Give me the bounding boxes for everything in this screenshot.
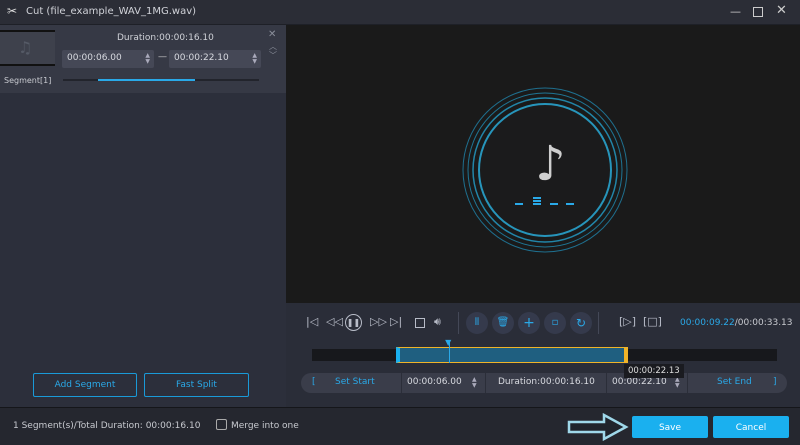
bracket-left: [ <box>312 377 316 387</box>
segment-start-input[interactable]: 00:00:06.00 ▲ ▼ <box>62 50 154 68</box>
step-back-icon[interactable]: ◁◁ <box>326 315 343 328</box>
delete-segment-icon[interactable]: ✕ <box>268 29 276 40</box>
step-forward-icon[interactable]: ▷▷ <box>370 315 387 328</box>
stop-icon[interactable] <box>415 318 425 328</box>
segment-progress-fill <box>98 79 195 81</box>
set-duration: Duration:00:00:16.10 <box>498 377 595 387</box>
divider <box>687 373 688 393</box>
spinner-icon[interactable]: ▲ ▼ <box>145 53 150 65</box>
divider <box>606 373 607 393</box>
total-time: /00:00:33.13 <box>734 318 793 328</box>
split-icon[interactable]: ⫴ <box>466 312 488 334</box>
playhead[interactable]: ▼ <box>445 338 451 363</box>
stop-selection-icon[interactable]: [□] <box>643 315 662 328</box>
spinner-icon[interactable]: ▲ ▼ <box>472 377 477 389</box>
segment-progress <box>63 79 259 81</box>
playhead-marker-icon[interactable]: ▼ <box>445 338 451 347</box>
spinner-icon[interactable]: ▲ ▼ <box>675 377 680 389</box>
set-end-button[interactable]: Set End <box>717 377 752 387</box>
arrow-pointer-icon <box>567 413 629 441</box>
current-time: 00:00:09.22 <box>680 318 735 328</box>
spinner-icon[interactable]: ▲ ▼ <box>252 53 257 65</box>
minimize-icon[interactable]: — <box>730 5 741 18</box>
summary-text: 1 Segment(s)/Total Duration: 00:00:16.10 <box>13 421 201 431</box>
pause-icon[interactable]: ❚❚ <box>345 314 362 331</box>
play-selection-icon[interactable]: [▷] <box>619 315 636 328</box>
delete-icon[interactable]: 🗑︎ <box>492 312 514 334</box>
divider <box>485 373 486 393</box>
audio-visual-icon: ♪ <box>462 87 628 253</box>
title-bar: ✂ Cut (file_example_WAV_1MG.wav) — ✕ <box>0 0 800 25</box>
merge-checkbox[interactable] <box>216 419 227 430</box>
copy-icon[interactable]: ▫ <box>544 312 566 334</box>
fast-split-button[interactable]: Fast Split <box>144 373 249 397</box>
range-dash: — <box>158 52 167 62</box>
divider <box>598 312 599 334</box>
maximize-icon[interactable] <box>753 7 763 17</box>
end-value: 00:00:22.10 <box>174 53 229 63</box>
skip-start-icon[interactable]: |◁ <box>306 315 318 328</box>
set-start-button[interactable]: Set Start <box>335 377 375 387</box>
scissors-icon: ✂ <box>7 4 18 18</box>
segment-label: Segment[1] <box>4 76 52 85</box>
controls-area: |◁ ◁◁ ❚❚ ▷▷ ▷| 🔊︎ ⫴ 🗑︎ + ▫ ↻ [▷] [□] 00:… <box>286 303 800 407</box>
reset-icon[interactable]: ↻ <box>570 312 592 334</box>
cancel-button[interactable]: Cancel <box>713 416 789 438</box>
bracket-right: ] <box>773 377 777 387</box>
music-note-icon: ♫ <box>18 38 33 57</box>
volume-icon[interactable]: 🔊︎ <box>434 315 441 329</box>
add-segment-button[interactable]: Add Segment <box>33 373 137 397</box>
move-down-icon[interactable]: ﹀ <box>269 50 277 61</box>
divider <box>458 312 459 334</box>
footer: 1 Segment(s)/Total Duration: 00:00:16.10… <box>0 407 800 445</box>
save-button[interactable]: Save <box>632 416 708 438</box>
set-start-input[interactable]: 00:00:06.00 <box>407 377 462 387</box>
segment-end-input[interactable]: 00:00:22.10 ▲ ▼ <box>169 50 261 68</box>
close-icon[interactable]: ✕ <box>776 3 787 18</box>
set-range-bar: [ Set Start 00:00:06.00 ▲ ▼ Duration:00:0… <box>301 373 787 393</box>
segment-thumbnail: ♫ <box>0 30 55 66</box>
set-end-input[interactable]: 00:00:22.10 <box>612 377 667 387</box>
timeline-selection[interactable] <box>395 347 629 363</box>
segment-duration: Duration:00:00:16.10 <box>117 33 214 43</box>
start-value: 00:00:06.00 <box>67 53 122 63</box>
add-icon[interactable]: + <box>518 312 540 334</box>
window-title: Cut (file_example_WAV_1MG.wav) <box>26 6 197 17</box>
time-display: 00:00:09.22/00:00:33.13 <box>680 318 793 328</box>
merge-label: Merge into one <box>231 421 299 431</box>
divider <box>401 373 402 393</box>
skip-end-icon[interactable]: ▷| <box>390 315 402 328</box>
preview-area: ♪ <box>286 25 800 303</box>
svg-text:♪: ♪ <box>535 136 566 192</box>
timeline-track[interactable]: ▼ <box>312 338 777 363</box>
time-tooltip: 00:00:22.13 <box>624 364 684 378</box>
